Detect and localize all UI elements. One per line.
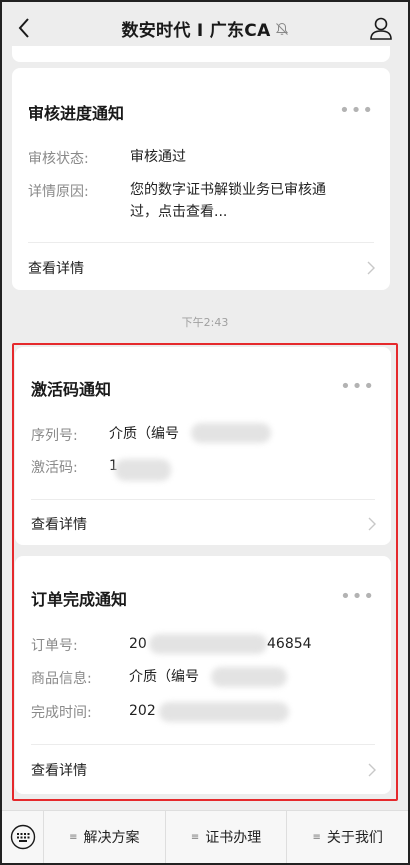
redacted-order-number [149,634,267,654]
activation-code-card[interactable]: 激活码通知 ••• 序列号: 介质（编号 激活码: 1 查看详情 [15,347,391,545]
redacted-serial [191,423,271,443]
menu-label: 证书办理 [205,830,262,846]
card-divider [28,242,374,243]
previous-card-remnant [12,46,390,62]
message-timestamp: 下午2:43 [181,316,229,329]
view-details-link[interactable]: 查看详情 [28,258,84,278]
more-options-button[interactable]: ••• [340,378,375,396]
order-complete-card[interactable]: 订单完成通知 ••• 订单号: 20 46854 商品信息: 介质（编号 完成时… [15,556,391,794]
profile-icon [370,17,392,40]
menu-label: 解决方案 [83,830,140,846]
chevron-right-icon [368,763,376,777]
menu-list-icon: ≡ [312,831,321,843]
chevron-right-icon [368,517,376,531]
completion-time-label: 完成时间: [31,705,92,721]
reason-line-1: 您的数字证书解锁业务已审核通 [130,182,326,198]
redacted-completion-time [159,702,289,722]
back-chevron-icon [18,18,29,38]
redacted-code [115,459,171,481]
serial-label: 序列号: [31,428,78,444]
view-details-link[interactable]: 查看详情 [31,514,87,534]
card-title: 审核进度通知 [28,104,125,123]
chat-title-wrap: 数安时代 I 广东CA [121,16,288,41]
order-number-label: 订单号: [31,638,78,654]
reason-line-2: 过，点击查看... [130,204,228,220]
chevron-right-icon [367,261,375,275]
status-value: 审核通过 [130,149,186,165]
menu-certificate[interactable]: ≡ 证书办理 [166,810,288,864]
status-label: 审核状态: [28,151,89,167]
menu-list-icon: ≡ [69,831,78,843]
completion-time-value: 202 [129,703,156,719]
chat-title: 数安时代 I 广东CA [121,20,271,41]
menu-solutions[interactable]: ≡ 解决方案 [44,810,166,864]
more-options-button[interactable]: ••• [339,102,374,120]
card-title: 激活码通知 [31,380,112,399]
review-notification-card[interactable]: 审核进度通知 ••• 审核状态: 审核通过 详情原因: 您的数字证书解锁业务已审… [12,68,390,290]
product-info-label: 商品信息: [31,671,92,687]
view-details-link[interactable]: 查看详情 [31,760,87,780]
order-number-suffix: 46854 [267,636,312,652]
profile-button[interactable] [368,15,394,41]
menu-list-icon: ≡ [190,831,200,843]
redacted-product-info [211,667,287,687]
serial-value: 介质（编号 [109,426,179,442]
product-info-value: 介质（编号 [129,669,199,685]
reason-label: 详情原因: [28,184,89,200]
order-number-prefix: 20 [129,636,147,652]
card-title: 订单完成通知 [31,590,128,609]
more-options-button[interactable]: ••• [340,588,375,606]
code-label: 激活码: [31,460,78,476]
bottom-menu-bar: ≡ 解决方案 ≡ 证书办理 ≡ 关于我们 [2,810,408,864]
keyboard-toggle-button[interactable] [2,810,44,864]
keyboard-icon [10,824,35,850]
bell-muted-icon [275,22,288,35]
card-divider [31,744,375,745]
menu-about-us[interactable]: ≡ 关于我们 [287,811,408,864]
card-divider [31,499,375,500]
menu-label: 关于我们 [326,830,383,846]
back-button[interactable] [12,15,36,41]
